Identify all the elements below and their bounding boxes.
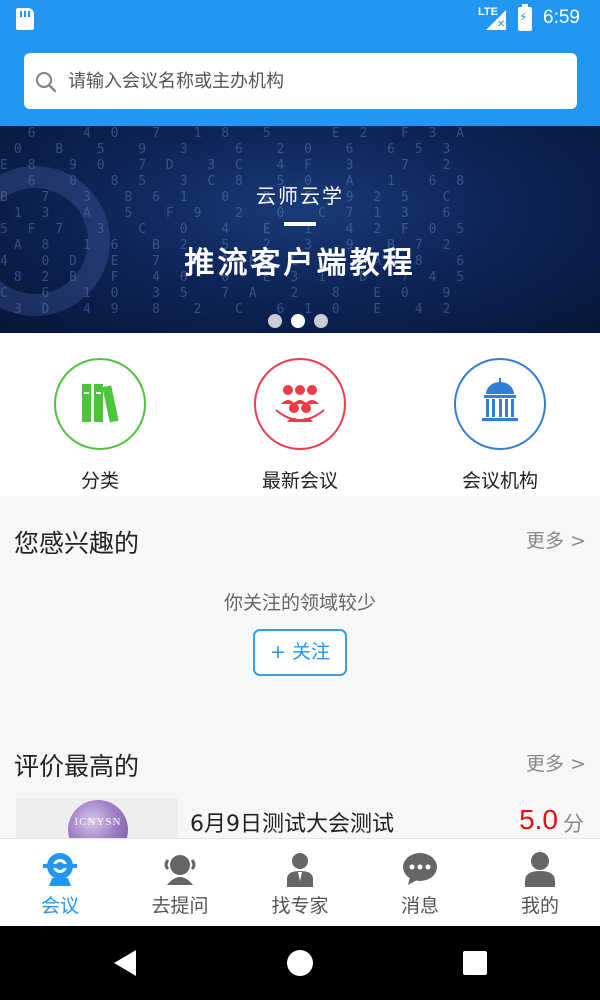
- status-bar: LTE ✕ 6:59: [0, 0, 600, 38]
- conference-title: 6月9日测试大会测试: [190, 812, 394, 837]
- expert-icon: [282, 851, 318, 887]
- tab-messages[interactable]: 消息: [360, 839, 480, 927]
- more-link[interactable]: 更多 >: [526, 749, 586, 776]
- category-classification[interactable]: 分类: [0, 358, 200, 493]
- tab-meetings[interactable]: 会议: [0, 839, 120, 927]
- bottom-tab-bar: 会议 去提问 找专家 消息 我的: [0, 838, 600, 926]
- category-row: 分类 最新会议 会议机构: [0, 333, 600, 496]
- banner-subtitle: 云师云学: [256, 184, 344, 208]
- search-icon: [35, 71, 57, 93]
- category-label: 分类: [80, 470, 119, 492]
- back-icon[interactable]: [114, 950, 136, 976]
- audience-icon: [254, 358, 346, 450]
- books-icon: [54, 358, 146, 450]
- category-label: 最新会议: [261, 470, 338, 492]
- battery-charging-icon: [518, 4, 532, 31]
- search-header: [0, 38, 600, 126]
- tab-label: 消息: [400, 895, 439, 917]
- rating-score: 5.0: [519, 804, 558, 835]
- recent-apps-icon[interactable]: [463, 951, 487, 975]
- list-item[interactable]: ICNYSN 6月9日测试大会测试 5.0 分: [0, 798, 600, 838]
- banner-pagination: [268, 314, 328, 328]
- section-title: 您感兴趣的: [14, 529, 140, 558]
- follow-button[interactable]: + 关注: [253, 629, 347, 676]
- banner-title: 推流客户端教程: [184, 246, 416, 281]
- interest-section: 您感兴趣的 更多 > 你关注的领域较少 + 关注: [0, 508, 600, 720]
- sd-card-icon: [16, 8, 34, 30]
- section-title: 评价最高的: [14, 752, 140, 781]
- empty-state-text: 你关注的领域较少: [223, 592, 376, 614]
- tab-label: 找专家: [271, 895, 329, 917]
- banner-divider: [284, 222, 316, 226]
- pagination-dot[interactable]: [314, 314, 328, 328]
- institution-icon: [454, 358, 546, 450]
- tab-label: 会议: [40, 895, 79, 917]
- tab-profile[interactable]: 我的: [480, 839, 600, 927]
- search-box[interactable]: [24, 53, 577, 109]
- home-icon[interactable]: [287, 950, 313, 976]
- promo-banner[interactable]: 6 4 0 7 1 8 5 E 2 F 3 A 0 B 5 9 3 6 2 0 …: [0, 126, 600, 333]
- pagination-dot[interactable]: [268, 314, 282, 328]
- tab-find-expert[interactable]: 找专家: [240, 839, 360, 927]
- conference-thumbnail: ICNYSN: [16, 798, 178, 838]
- rating-unit: 分: [563, 812, 584, 836]
- system-navigation-bar: [0, 926, 600, 1000]
- category-latest-meetings[interactable]: 最新会议: [200, 358, 400, 493]
- tab-ask[interactable]: 去提问: [120, 839, 240, 927]
- category-label: 会议机构: [461, 470, 538, 492]
- message-icon: [402, 851, 438, 887]
- ask-icon: [162, 851, 198, 887]
- profile-icon: [522, 851, 558, 887]
- tab-label: 去提问: [151, 895, 209, 917]
- more-link[interactable]: 更多 >: [526, 526, 586, 553]
- search-input[interactable]: [68, 65, 558, 97]
- pagination-dot-active[interactable]: [291, 314, 305, 328]
- meeting-icon: [42, 851, 78, 887]
- no-signal-x-icon: ✕: [497, 19, 506, 30]
- conference-logo: ICNYSN: [68, 800, 128, 838]
- tab-label: 我的: [520, 895, 559, 917]
- category-institutions[interactable]: 会议机构: [400, 358, 600, 493]
- clock: 6:59: [543, 7, 580, 28]
